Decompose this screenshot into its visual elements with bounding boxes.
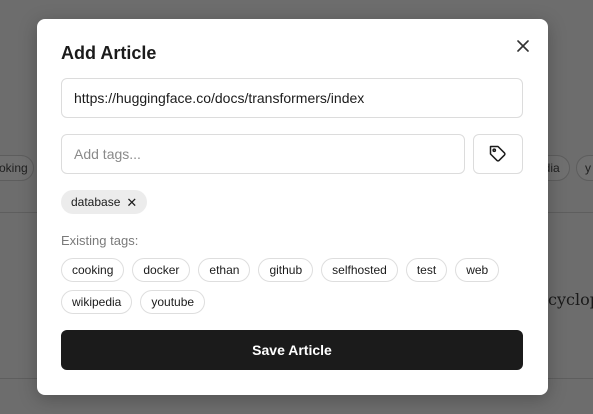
url-input[interactable] [61,78,523,118]
close-button[interactable] [512,35,534,57]
existing-tag-chip[interactable]: github [258,258,314,282]
tag-icon [489,145,506,162]
existing-tag-chip[interactable]: ethan [198,258,251,282]
existing-tag-chip[interactable]: docker [132,258,191,282]
existing-tag-chip[interactable]: web [455,258,500,282]
existing-tags-list: cooking docker ethan github selfhosted t… [61,258,531,314]
remove-tag-icon[interactable]: ✕ [126,196,137,209]
existing-tag-chip[interactable]: wikipedia [61,290,133,314]
add-article-dialog: Add Article database ✕ Existing tags: co… [37,19,548,395]
add-tag-button[interactable] [473,134,523,174]
selected-tag: database ✕ [61,190,148,214]
close-icon [517,40,529,52]
existing-tags-label: Existing tags: [61,233,139,248]
save-article-button[interactable]: Save Article [61,330,523,370]
existing-tag-chip[interactable]: test [405,258,448,282]
existing-tag-chip[interactable]: youtube [140,290,206,314]
existing-tag-chip[interactable]: cooking [61,258,125,282]
existing-tag-chip[interactable]: selfhosted [321,258,398,282]
selected-tag-label: database [71,195,121,209]
dialog-title: Add Article [61,43,157,63]
tags-input[interactable] [61,134,465,174]
